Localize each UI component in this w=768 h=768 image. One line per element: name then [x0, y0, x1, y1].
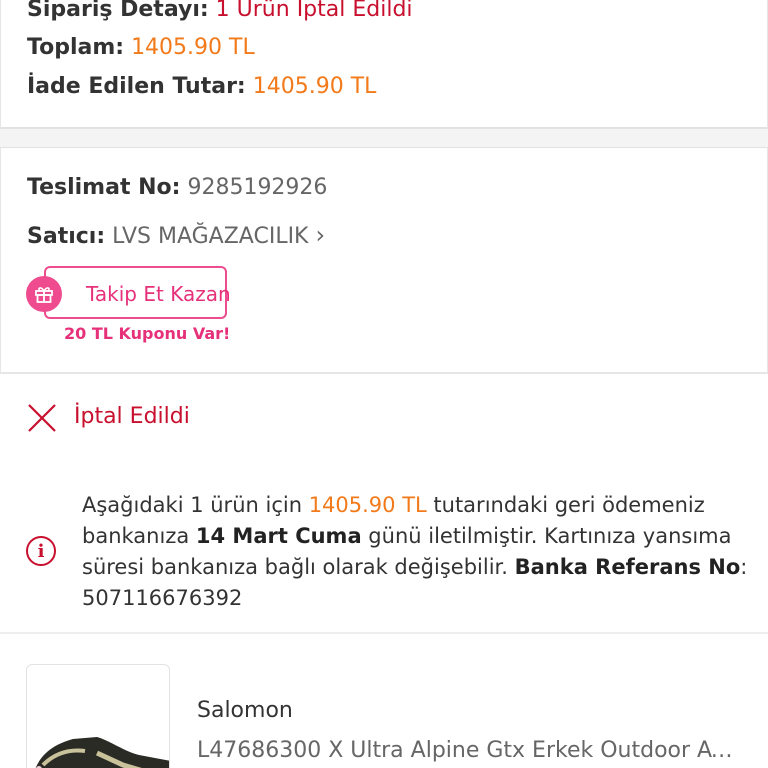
total-row: Toplam: 1405.90 TL — [27, 34, 255, 62]
refund-label: İade Edilen Tutar: — [27, 74, 246, 99]
info-icon: i — [26, 536, 56, 566]
total-label: Toplam: — [27, 35, 125, 60]
bank-reference-value: 507116676392 — [82, 586, 243, 610]
seller-name-link[interactable]: LVS MAĞAZACILIK — [112, 224, 308, 249]
total-value: 1405.90 TL — [131, 35, 255, 60]
refund-value: 1405.90 TL — [252, 74, 377, 99]
follow-earn-button[interactable]: Takip Et Kazan — [44, 266, 231, 319]
refund-info-text: Aşağıdaki 1 ürün için 1405.90 TL tutarın… — [82, 490, 752, 614]
shoe-icon — [35, 737, 169, 768]
product-image[interactable] — [26, 664, 170, 768]
order-detail-row: Sipariş Detayı: 1 Ürün İptal Edildi — [27, 0, 413, 24]
section-divider — [0, 372, 768, 374]
coupon-text: 20 TL Kuponu Var! — [64, 324, 231, 343]
product-name[interactable]: L47686300 X Ultra Alpine Gtx Erkek Outdo… — [197, 738, 742, 763]
follow-earn-label: Takip Et Kazan — [86, 282, 231, 306]
delivery-no-label: Teslimat No: — [27, 175, 181, 200]
cancel-status-label: İptal Edildi — [74, 404, 190, 429]
gift-icon — [26, 276, 62, 312]
refund-info-amount: 1405.90 TL — [308, 493, 427, 517]
delivery-no-row: Teslimat No: 9285192926 — [27, 174, 327, 202]
delivery-no-value: 9285192926 — [187, 175, 328, 200]
refund-row: İade Edilen Tutar: 1405.90 TL — [27, 73, 376, 101]
order-detail-label: Sipariş Detayı: — [27, 0, 209, 22]
refund-info-part: Aşağıdaki 1 ürün için — [82, 493, 309, 517]
seller-label: Satıcı: — [27, 224, 106, 249]
chevron-right-icon: › — [315, 221, 326, 249]
seller-row[interactable]: Satıcı: LVS MAĞAZACILIK › — [27, 221, 325, 251]
section-divider — [0, 632, 768, 634]
product-brand: Salomon — [197, 698, 293, 723]
close-icon — [26, 402, 58, 438]
refund-info-date: 14 Mart Cuma — [195, 524, 362, 548]
order-detail-value: 1 Ürün İptal Edildi — [215, 0, 413, 22]
refund-info-part: : — [740, 555, 748, 579]
bank-reference-label: Banka Referans No — [514, 555, 741, 579]
section-divider — [0, 128, 768, 148]
